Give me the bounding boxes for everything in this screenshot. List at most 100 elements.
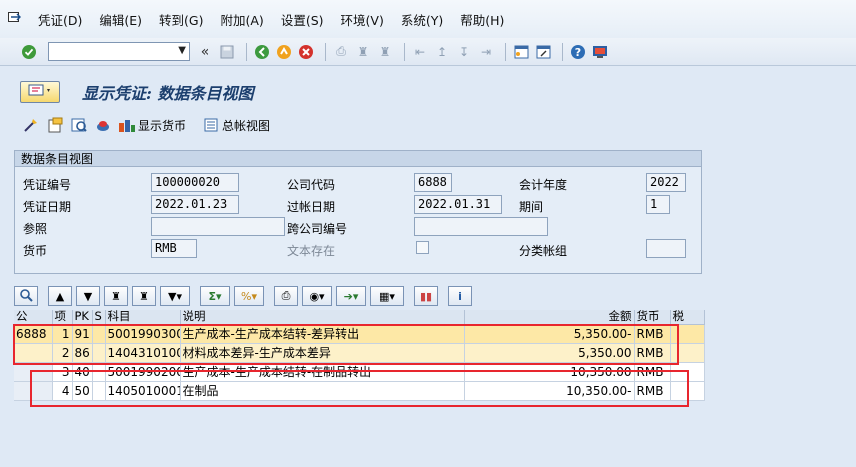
general-ledger-view-icon[interactable] (202, 116, 220, 134)
currency-label: 货币 (23, 244, 48, 258)
doc-date-field[interactable]: 2022.01.23 (151, 195, 239, 214)
doc-no-field[interactable]: 100000020 (151, 173, 239, 192)
customize-layout-icon[interactable] (591, 43, 609, 61)
page-title: 显示凭证: 数据条目视图 (82, 84, 254, 103)
menu-edit[interactable]: 编辑(E) (99, 10, 142, 29)
col-header-cc[interactable]: 公 (14, 310, 53, 325)
double-chevron-left-icon[interactable]: « (196, 43, 214, 61)
enter-icon[interactable] (20, 43, 38, 61)
command-field[interactable]: ▼ (48, 42, 190, 61)
col-header-item[interactable]: 项 (52, 310, 73, 325)
posting-date-field[interactable]: 2022.01.31 (414, 195, 502, 214)
reference-label: 参照 (23, 222, 48, 236)
help-icon[interactable]: ? (569, 43, 587, 61)
toolbar-separator (246, 42, 247, 61)
general-ledger-view-button[interactable]: 总帐视图 (222, 117, 270, 134)
filter-button[interactable]: ▼▾ (160, 286, 190, 306)
filter-icon: ▼▾ (168, 289, 182, 303)
find-next-button[interactable]: ♜ (132, 286, 156, 306)
last-page-icon[interactable]: ⇥ (477, 43, 495, 61)
subtotal-button[interactable]: %▾ (234, 286, 264, 306)
printer-icon: ⎙ (281, 289, 291, 302)
standard-toolbar: ▼ « ⎙ ♜ ♜ ⇤ ↥ ↧ ⇥ ? (0, 38, 856, 66)
col-header-pk[interactable]: PK (72, 310, 93, 325)
subtotal-icon: %▾ (241, 289, 257, 303)
export-button[interactable]: ➔▾ (336, 286, 366, 306)
find-button[interactable]: ♜ (104, 286, 128, 306)
new-session-icon[interactable] (512, 43, 530, 61)
menu-system[interactable]: 系统(Y) (401, 10, 443, 29)
layout-grid-icon: ▦▾ (379, 289, 395, 303)
export-icon: ➔▾ (343, 289, 359, 303)
highlight-box-rows-1-2 (13, 324, 679, 365)
doc-date-label: 凭证日期 (23, 200, 72, 214)
menu-settings[interactable]: 设置(S) (281, 10, 324, 29)
first-page-icon[interactable]: ⇤ (411, 43, 429, 61)
display-toggle-button[interactable] (20, 81, 60, 103)
sort-ascending-button[interactable]: ▲ (48, 286, 72, 306)
layout-button[interactable]: ▦▾ (370, 286, 404, 306)
save-icon[interactable] (218, 43, 236, 61)
shortcut-icon[interactable] (534, 43, 552, 61)
graphic-button[interactable]: ▮▮ (414, 286, 438, 306)
fiscal-year-label: 会计年度 (519, 178, 568, 192)
exit-icon[interactable] (275, 43, 293, 61)
find-icon[interactable]: ♜ (354, 43, 372, 61)
alv-toolbar: ▲ ▼ ♜ ♜ ▼▾ Σ▾ %▾ ⎙ ◉▾ ➔▾ ▦▾ ▮▮ i (14, 284, 702, 308)
ledger-group-label: 分类帐组 (519, 244, 568, 258)
col-header-amount[interactable]: 金额 (464, 310, 635, 325)
print-icon[interactable]: ⎙ (332, 43, 350, 61)
sum-button[interactable]: Σ▾ (200, 286, 230, 306)
col-header-account[interactable]: 科目 (105, 310, 181, 325)
ledger-group-field[interactable] (646, 239, 686, 258)
chevron-down-icon[interactable]: ▼ (178, 45, 186, 56)
find-next-icon[interactable]: ♜ (376, 43, 394, 61)
fiscal-year-field[interactable]: 2022 (646, 173, 686, 192)
back-icon[interactable] (253, 43, 271, 61)
text-exists-checkbox[interactable] (416, 241, 429, 254)
display-currency-icon[interactable] (118, 116, 136, 134)
cross-company-label: 跨公司编号 (287, 222, 348, 236)
info-button[interactable]: i (448, 286, 472, 306)
menu-environment[interactable]: 环境(V) (341, 10, 384, 29)
reference-field[interactable] (151, 217, 285, 236)
col-header-text[interactable]: 说明 (180, 310, 465, 325)
data-entry-view-group: 数据条目视图 凭证编号 100000020 公司代码 6888 会计年度 202… (14, 150, 702, 274)
currency-field[interactable]: RMB (151, 239, 197, 258)
toolbar-separator (505, 42, 506, 61)
sort-descending-button[interactable]: ▼ (76, 286, 100, 306)
cancel-icon[interactable] (297, 43, 315, 61)
views-icon: ◉▾ (309, 289, 325, 303)
menu-goto[interactable]: 转到(G) (159, 10, 203, 29)
company-code-field[interactable]: 6888 (414, 173, 452, 192)
bar-chart-icon: ▮▮ (419, 289, 433, 303)
sort-ascending-icon: ▲ (55, 289, 65, 303)
sap-menu-icon[interactable] (8, 12, 24, 26)
next-page-icon[interactable]: ↧ (455, 43, 473, 61)
title-bar: 显示凭证: 数据条目视图 (0, 76, 856, 108)
alv-details-button[interactable] (14, 286, 38, 306)
col-header-currency[interactable]: 货币 (634, 310, 671, 325)
svg-text:?: ? (575, 46, 581, 59)
display-document-icon[interactable] (70, 116, 88, 134)
menu-extras[interactable]: 附加(A) (221, 10, 264, 29)
menu-voucher[interactable]: 凭证(D) (38, 10, 82, 29)
sum-icon: Σ▾ (208, 289, 222, 303)
company-code-label: 公司代码 (287, 178, 336, 192)
monitor-icon (28, 84, 52, 101)
menu-help[interactable]: 帮助(H) (460, 10, 504, 29)
views-button[interactable]: ◉▾ (302, 286, 332, 306)
col-header-s[interactable]: S (92, 310, 106, 325)
print-preview-button[interactable]: ⎙ (274, 286, 298, 306)
doc-no-label: 凭证编号 (23, 178, 72, 192)
text-exists-label: 文本存在 (287, 244, 336, 258)
period-field[interactable]: 1 (646, 195, 670, 214)
document-header-icon[interactable] (46, 116, 64, 134)
tax-data-icon[interactable] (94, 116, 112, 134)
application-toolbar: 显示货币 总帐视图 (0, 112, 856, 138)
col-header-tax[interactable]: 税 (670, 310, 705, 325)
cross-company-field[interactable] (414, 217, 548, 236)
display-currency-button[interactable]: 显示货币 (138, 117, 186, 134)
previous-page-icon[interactable]: ↥ (433, 43, 451, 61)
display-change-icon[interactable] (22, 116, 40, 134)
